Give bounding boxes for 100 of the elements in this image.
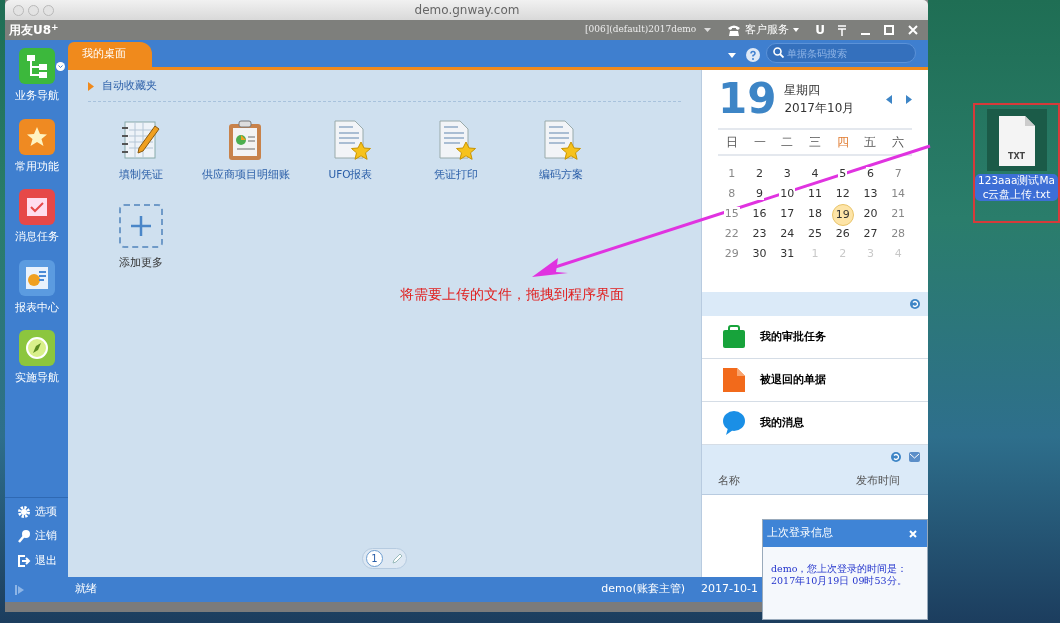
- customer-service-button[interactable]: 客户服务: [727, 21, 800, 39]
- popup-message: demo，您上次登录的时间是：: [771, 563, 909, 575]
- calendar-date[interactable]: 27: [862, 227, 879, 240]
- calendar-date[interactable]: 7: [893, 167, 903, 180]
- file-name[interactable]: 123aaa测试Mac云盘上传.txt: [975, 174, 1058, 202]
- pin-icon[interactable]: [837, 24, 847, 36]
- calendar-date[interactable]: 2: [755, 167, 765, 180]
- plus-icon: [130, 216, 151, 237]
- sidebar-item[interactable]: 报表中心: [14, 259, 59, 316]
- dropdown-icon[interactable]: [55, 61, 65, 71]
- month-label: 2017年10月: [784, 100, 855, 117]
- column-header: 名称: [718, 472, 740, 489]
- user-label: demo(账套主管): [601, 581, 686, 598]
- account-dropdown[interactable]: [006](default)2017demo: [585, 23, 712, 37]
- gear-icon: [16, 504, 31, 519]
- refresh-icon[interactable]: [910, 299, 920, 309]
- previous-icon[interactable]: [886, 94, 892, 104]
- tree-icon: [18, 48, 55, 84]
- weekday-header: 日: [724, 134, 739, 151]
- calendar-date[interactable]: 14: [890, 187, 907, 200]
- weekday-header: 三: [808, 134, 822, 151]
- sidebar-item[interactable]: 常用功能: [14, 118, 59, 175]
- text-file-icon: [997, 115, 1036, 167]
- calendar-date[interactable]: 4: [810, 167, 820, 180]
- calendar-date[interactable]: 19: [831, 204, 854, 226]
- weekday-header: 四: [835, 134, 850, 151]
- help-icon[interactable]: [746, 48, 760, 62]
- calendar-date[interactable]: 13: [862, 187, 879, 200]
- calendar-date[interactable]: 23: [751, 227, 768, 240]
- search-icon: [773, 47, 784, 58]
- shortcut-item[interactable]: 凭证打印: [403, 117, 508, 181]
- search-field[interactable]: 单据条码搜索: [766, 43, 916, 63]
- calendar-date[interactable]: 11: [807, 187, 823, 200]
- calendar-date[interactable]: 17: [779, 207, 796, 220]
- calendar-date[interactable]: 22: [723, 227, 740, 240]
- file-type-label: TXT: [1006, 151, 1027, 163]
- calendar-date[interactable]: 16: [751, 207, 768, 220]
- speech-bubble-icon: [722, 410, 746, 436]
- close-icon[interactable]: [909, 529, 917, 538]
- add-more-button[interactable]: 添加更多: [88, 204, 193, 269]
- calendar-date[interactable]: 29: [723, 247, 740, 260]
- weekday-header: 二: [780, 134, 795, 151]
- calendar-date[interactable]: 15: [723, 207, 740, 220]
- date-label: 2017-10-1: [701, 581, 758, 598]
- shortcut-item[interactable]: 供应商项目明细账: [193, 117, 298, 181]
- play-icon: [88, 81, 94, 91]
- chart-icon: [18, 259, 55, 296]
- shortcut-item[interactable]: UFO报表: [298, 117, 403, 181]
- calendar-date[interactable]: 8: [727, 187, 737, 200]
- popup-title: 上次登录信息: [767, 525, 833, 542]
- caret-icon[interactable]: [728, 52, 736, 58]
- calendar-date[interactable]: 21: [890, 207, 907, 220]
- sidebar-item[interactable]: 业务导航: [8, 48, 65, 105]
- shortcut-item[interactable]: 编码方案: [508, 117, 613, 181]
- sidebar-item[interactable]: 实施导航: [14, 330, 59, 387]
- popup-message: 2017年10月19日 09时53分。: [771, 574, 908, 587]
- calendar-date[interactable]: 18: [807, 207, 823, 220]
- close-icon[interactable]: [908, 25, 918, 35]
- page-button[interactable]: 1: [366, 550, 383, 567]
- pencil-icon[interactable]: [391, 552, 403, 565]
- compass-icon: [18, 330, 55, 366]
- calendar-date[interactable]: 12: [834, 187, 851, 200]
- refresh-icon[interactable]: [891, 451, 901, 462]
- caret-icon: [793, 28, 800, 32]
- weekday-header: 六: [891, 134, 906, 151]
- calendar-date[interactable]: 26: [834, 227, 851, 240]
- briefcase-icon: [722, 324, 746, 350]
- sidebar-item[interactable]: 消息任务: [14, 189, 59, 246]
- weekday-header: 五: [863, 134, 878, 151]
- calendar-date[interactable]: 24: [779, 227, 796, 240]
- restore-icon[interactable]: [884, 25, 894, 35]
- document-icon: [722, 367, 746, 393]
- calendar-date[interactable]: 5: [838, 167, 848, 180]
- next-icon[interactable]: [906, 94, 912, 104]
- calendar-date[interactable]: 10: [779, 187, 796, 200]
- calendar-date[interactable]: 30: [751, 247, 768, 260]
- status-text: 就绪: [75, 581, 97, 598]
- caret-icon: [704, 28, 712, 32]
- key-icon: [16, 529, 31, 544]
- sidebar-option[interactable]: 注销: [16, 528, 57, 545]
- calendar-date[interactable]: 3: [782, 167, 792, 180]
- favorites-title[interactable]: 自动收藏夹: [102, 78, 157, 95]
- column-header: 发布时间: [856, 472, 900, 489]
- calendar-date[interactable]: 31: [779, 247, 796, 260]
- u-button[interactable]: U: [815, 21, 825, 39]
- calendar-date[interactable]: 20: [862, 207, 879, 220]
- calendar-date[interactable]: 9: [755, 187, 765, 200]
- sidebar-option[interactable]: 退出: [16, 552, 57, 569]
- weekday-header: 一: [752, 134, 767, 151]
- calendar-date[interactable]: 25: [807, 227, 823, 240]
- exit-icon: [16, 553, 31, 568]
- annotation-text: 将需要上传的文件，拖拽到程序界面: [400, 285, 624, 304]
- calendar-date[interactable]: 6: [865, 167, 875, 180]
- telephone-icon: [727, 24, 742, 36]
- calendar-date[interactable]: 1: [727, 167, 737, 180]
- mail-icon[interactable]: [909, 451, 920, 462]
- calendar-day: 19: [718, 78, 777, 120]
- shortcut-item[interactable]: 填制凭证: [88, 117, 193, 181]
- calendar-date[interactable]: 28: [890, 227, 907, 240]
- sidebar-option[interactable]: 选项: [16, 503, 57, 520]
